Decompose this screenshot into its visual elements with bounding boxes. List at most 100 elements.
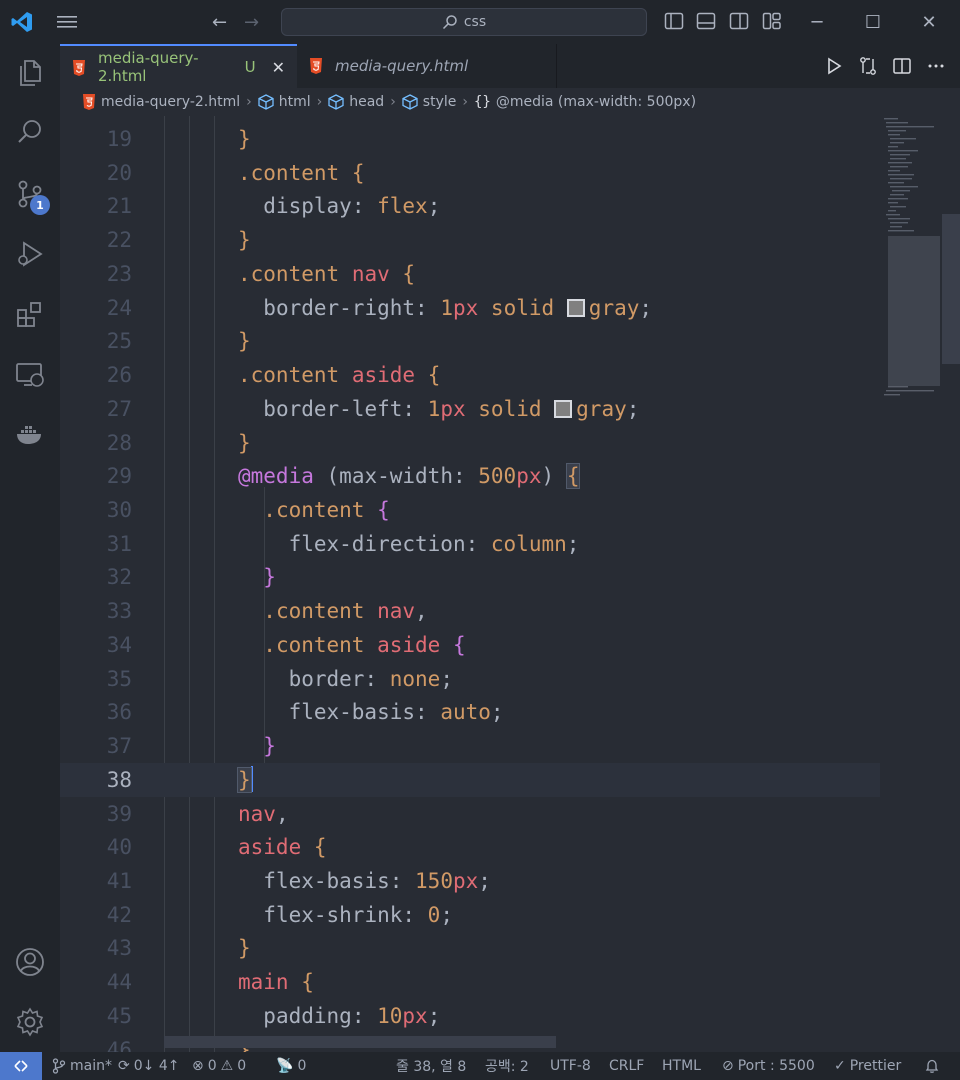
- color-swatch[interactable]: [566, 299, 585, 317]
- run-icon[interactable]: [824, 56, 844, 76]
- docker-icon[interactable]: [14, 418, 46, 450]
- code-line: 37 }: [60, 729, 880, 763]
- line-number: 28: [106, 431, 132, 455]
- line-number: 29: [106, 464, 132, 488]
- remote-indicator[interactable]: [0, 1052, 42, 1080]
- branch-indicator[interactable]: main*: [52, 1052, 112, 1080]
- line-content: }: [263, 734, 276, 758]
- line-content: flex-shrink: 0;: [263, 903, 453, 927]
- close-window-icon[interactable]: ✕: [916, 10, 942, 34]
- line-content: display: flex;: [263, 194, 441, 218]
- line-number: 41: [106, 869, 132, 893]
- hamburger-menu-icon[interactable]: [56, 12, 78, 32]
- toggle-primary-sidebar-icon[interactable]: [664, 12, 684, 30]
- cursor-position[interactable]: 줄 38, 열 8: [396, 1052, 466, 1080]
- problems-indicator[interactable]: ⊗ 0 ⚠ 0: [192, 1052, 246, 1080]
- eol-indicator[interactable]: CRLF: [609, 1052, 644, 1080]
- line-number: 36: [106, 700, 132, 724]
- close-tab-icon[interactable]: ✕: [272, 58, 285, 77]
- warning-icon: ⚠: [220, 1058, 234, 1074]
- line-number: 35: [106, 667, 132, 691]
- tab-media-query[interactable]: media-query.html: [297, 44, 557, 88]
- explorer-icon[interactable]: [14, 57, 46, 89]
- code-line: 28}: [60, 426, 880, 460]
- title-bar: ← → css ─ ☐ ✕: [0, 0, 960, 44]
- back-arrow-icon[interactable]: ←: [212, 12, 227, 33]
- search-view-icon[interactable]: [14, 116, 46, 148]
- code-line: 24 border-right: 1px solid gray;: [60, 291, 880, 325]
- accounts-icon[interactable]: [14, 946, 46, 978]
- search-icon: [442, 15, 457, 30]
- cube-symbol-icon: [402, 94, 418, 110]
- breadcrumb-file[interactable]: media-query-2.html: [82, 94, 240, 110]
- line-number: 20: [106, 161, 132, 185]
- color-swatch[interactable]: [554, 400, 573, 418]
- sync-icon: ⟳: [118, 1058, 130, 1074]
- customize-layout-icon[interactable]: [762, 12, 782, 30]
- line-content: .content aside {: [263, 633, 466, 657]
- code-line: 33 .content nav,: [60, 594, 880, 628]
- maximize-window-icon[interactable]: ☐: [860, 10, 886, 34]
- line-number: 40: [106, 835, 132, 859]
- breadcrumb-file-label: media-query-2.html: [101, 94, 241, 110]
- remote-explorer-icon[interactable]: [14, 358, 46, 390]
- extensions-icon[interactable]: [14, 298, 46, 330]
- toggle-panel-icon[interactable]: [696, 12, 716, 30]
- prettier-indicator[interactable]: ✓ Prettier: [834, 1052, 901, 1080]
- line-number: 23: [106, 262, 132, 286]
- check-icon: ✓: [834, 1058, 846, 1074]
- forward-arrow-icon[interactable]: →: [244, 12, 259, 33]
- line-number: 33: [106, 599, 132, 623]
- tab-media-query-2[interactable]: media-query-2.html U ✕: [60, 44, 297, 88]
- cube-symbol-icon: [258, 94, 274, 110]
- breadcrumb-style[interactable]: style: [402, 94, 456, 110]
- split-editor-icon[interactable]: [892, 56, 912, 76]
- line-content: flex-basis: 150px;: [263, 869, 491, 893]
- prettier-label: Prettier: [849, 1058, 902, 1074]
- code-line: 22}: [60, 223, 880, 257]
- code-editor[interactable]: 19} 20 .content { 21 display: flex; 22} 2…: [60, 116, 880, 1052]
- language-mode[interactable]: HTML: [662, 1052, 701, 1080]
- line-content: main {: [238, 970, 314, 994]
- minimap[interactable]: [880, 116, 942, 406]
- indentation-indicator[interactable]: 공백: 2: [485, 1052, 529, 1080]
- live-server-indicator[interactable]: ⊘ Port : 5500: [722, 1052, 815, 1080]
- breadcrumb-head[interactable]: head: [328, 94, 384, 110]
- line-content: }: [237, 766, 253, 793]
- code-line: 29 @media (max-width: 500px) {: [60, 459, 880, 493]
- chevron-right-icon: ›: [246, 94, 252, 110]
- no-entry-icon: ⊘: [722, 1058, 734, 1074]
- notifications-bell-icon[interactable]: [924, 1052, 940, 1080]
- line-content: padding: 10px;: [263, 1004, 441, 1028]
- status-bar: main* ⟳ 0↓ 4↑ ⊗ 0 ⚠ 0 📡 0 줄 38, 열 8 공백: …: [0, 1052, 960, 1080]
- command-center-search[interactable]: css: [281, 8, 647, 36]
- encoding-indicator[interactable]: UTF-8: [550, 1052, 591, 1080]
- line-content: .content {: [238, 161, 365, 185]
- run-and-debug-icon[interactable]: [14, 238, 46, 270]
- code-line: 42 flex-shrink: 0;: [60, 898, 880, 932]
- line-number: 27: [106, 397, 132, 421]
- line-number: 44: [106, 970, 132, 994]
- settings-gear-icon[interactable]: [14, 1006, 46, 1038]
- search-text: css: [463, 14, 487, 30]
- error-icon: ⊗: [192, 1058, 204, 1074]
- code-line: 36 flex-basis: auto;: [60, 695, 880, 729]
- line-number: 30: [106, 498, 132, 522]
- minimize-window-icon[interactable]: ─: [804, 10, 830, 34]
- toggle-secondary-sidebar-icon[interactable]: [729, 12, 749, 30]
- line-number: 37: [106, 734, 132, 758]
- compare-changes-icon[interactable]: [858, 56, 878, 76]
- breadcrumb-media[interactable]: {} @media (max-width: 500px): [474, 94, 696, 110]
- sync-indicator[interactable]: ⟳ 0↓ 4↑: [118, 1052, 179, 1080]
- horizontal-scrollbar-thumb[interactable]: [164, 1036, 556, 1048]
- line-number: 38: [106, 768, 132, 792]
- line-number: 21: [106, 194, 132, 218]
- line-content: .content nav {: [238, 262, 416, 286]
- vertical-scrollbar-thumb[interactable]: [942, 214, 960, 364]
- more-actions-icon[interactable]: [926, 56, 946, 76]
- line-content: }: [263, 565, 276, 589]
- code-line: 20 .content {: [60, 156, 880, 190]
- breadcrumb-html[interactable]: html: [258, 94, 311, 110]
- line-number: 26: [106, 363, 132, 387]
- ports-indicator[interactable]: 📡 0: [276, 1052, 306, 1080]
